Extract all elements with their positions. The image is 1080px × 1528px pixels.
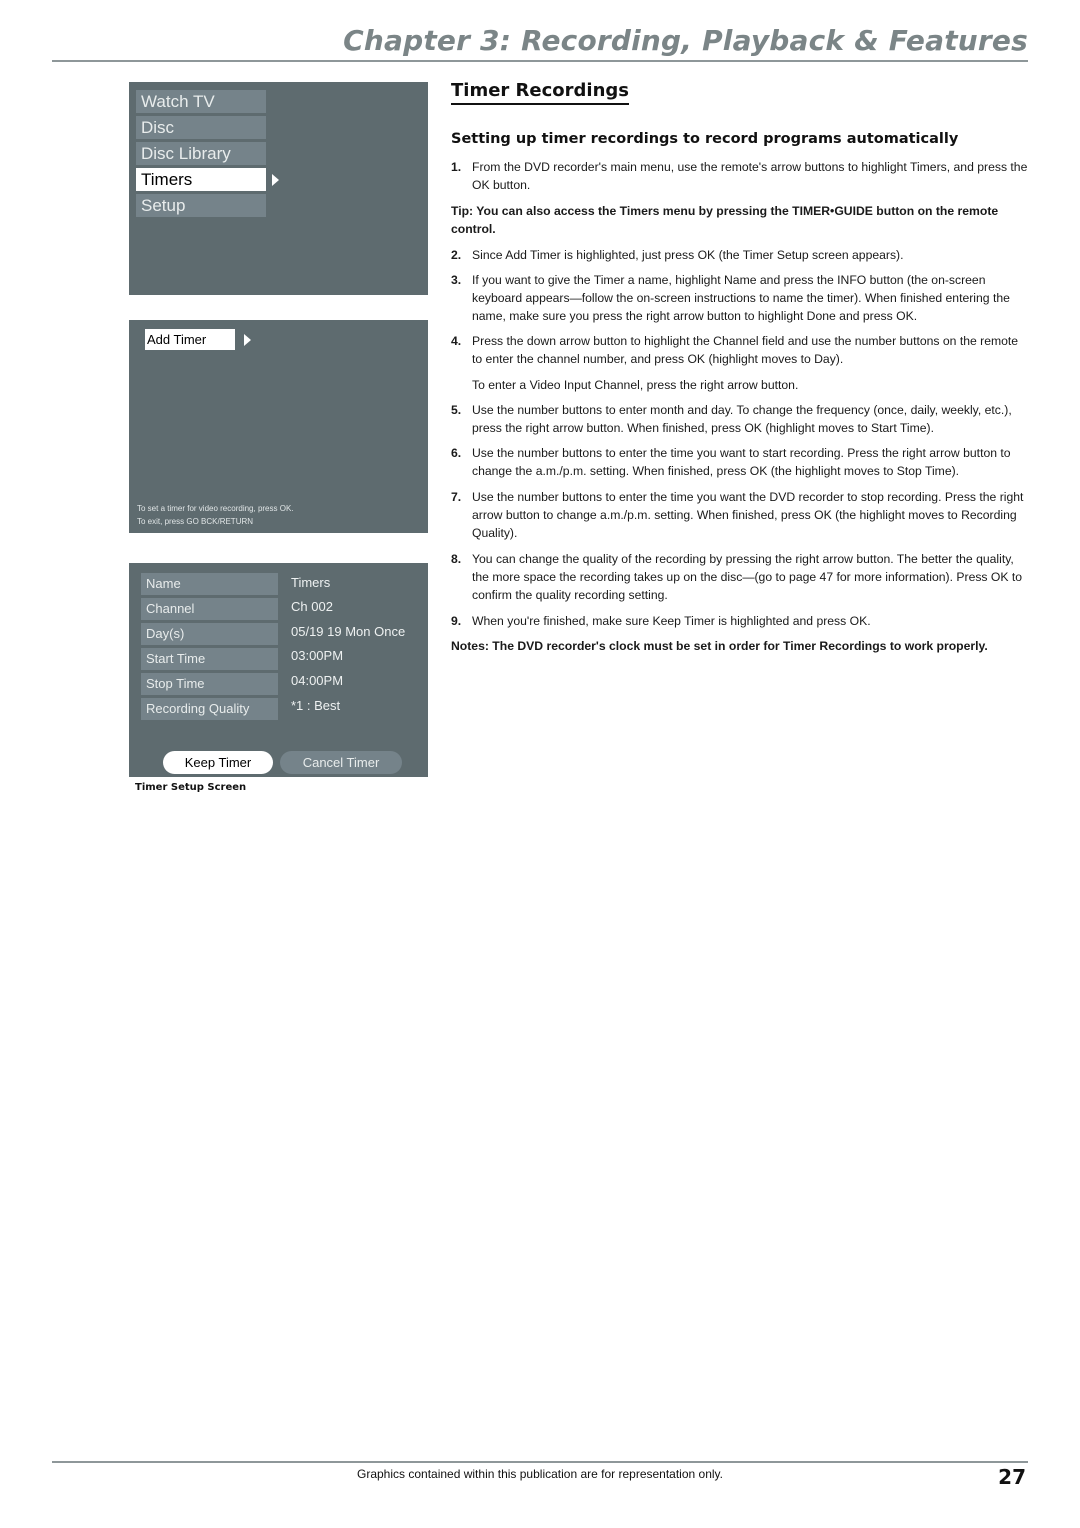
step-text: Use the number buttons to enter the time… bbox=[472, 490, 1024, 540]
step-text: Use the number buttons to enter the time… bbox=[472, 446, 1011, 478]
header-divider bbox=[52, 60, 1028, 62]
menu-item-disc-library[interactable]: Disc Library bbox=[136, 142, 266, 165]
arrow-right-icon bbox=[244, 334, 251, 346]
cancel-timer-button[interactable]: Cancel Timer bbox=[280, 751, 402, 774]
field-value-days: 05/19 19 Mon Once bbox=[291, 624, 406, 639]
add-timer-button[interactable]: Add Timer bbox=[145, 329, 235, 350]
step-4-extra: To enter a Video Input Channel, press th… bbox=[451, 376, 1031, 394]
step-text: When you're finished, make sure Keep Tim… bbox=[472, 614, 871, 628]
step-1: 1. From the DVD recorder's main menu, us… bbox=[451, 158, 1031, 194]
menu-item-timers[interactable]: Timers bbox=[136, 168, 266, 191]
step-9: 9. When you're finished, make sure Keep … bbox=[451, 612, 1031, 630]
step-number: 7. bbox=[451, 490, 462, 504]
arrow-right-icon bbox=[272, 174, 279, 186]
step-2: 2. Since Add Timer is highlighted, just … bbox=[451, 246, 1031, 264]
step-6: 6. Use the number buttons to enter the t… bbox=[451, 444, 1031, 480]
note: Notes: The DVD recorder's clock must be … bbox=[451, 637, 1031, 655]
field-label-channel[interactable]: Channel bbox=[141, 598, 278, 620]
step-text: If you want to give the Timer a name, hi… bbox=[472, 273, 1010, 323]
tip: Tip: You can also access the Timers menu… bbox=[451, 202, 1031, 238]
step-text: From the DVD recorder's main menu, use t… bbox=[472, 160, 1028, 192]
step-number: 9. bbox=[451, 614, 462, 628]
step-number: 6. bbox=[451, 446, 462, 460]
subheading: Setting up timer recordings to record pr… bbox=[451, 131, 959, 147]
step-number: 4. bbox=[451, 334, 462, 348]
step-text: Use the number buttons to enter month an… bbox=[472, 403, 1012, 435]
hint-text-set-timer: To set a timer for video recording, pres… bbox=[137, 504, 294, 513]
menu-item-watch-tv[interactable]: Watch TV bbox=[136, 90, 266, 113]
step-text: Since Add Timer is highlighted, just pre… bbox=[472, 248, 904, 262]
field-value-recording-quality: *1 : Best bbox=[291, 698, 341, 713]
menu-item-disc[interactable]: Disc bbox=[136, 116, 266, 139]
step-5: 5. Use the number buttons to enter month… bbox=[451, 401, 1031, 437]
step-number: 5. bbox=[451, 403, 462, 417]
main-menu-screen: Watch TV Disc Disc Library Timers Setup bbox=[129, 82, 428, 295]
field-label-recording-quality[interactable]: Recording Quality bbox=[141, 698, 278, 720]
footer-disclaimer: Graphics contained within this publicati… bbox=[357, 1467, 723, 1481]
step-4: 4. Press the down arrow button to highli… bbox=[451, 332, 1031, 368]
chapter-title: Chapter 3: Recording, Playback & Feature… bbox=[343, 24, 1028, 57]
figure-caption: Timer Setup Screen bbox=[135, 782, 247, 793]
section-title: Timer Recordings bbox=[451, 79, 630, 105]
footer-divider bbox=[52, 1461, 1028, 1463]
step-3: 3. If you want to give the Timer a name,… bbox=[451, 271, 1031, 325]
step-8: 8. You can change the quality of the rec… bbox=[451, 550, 1031, 604]
step-7: 7. Use the number buttons to enter the t… bbox=[451, 488, 1031, 542]
note-text: Notes: The DVD recorder's clock must be … bbox=[451, 639, 988, 653]
field-label-days[interactable]: Day(s) bbox=[141, 623, 278, 645]
tip-text: Tip: You can also access the Timers menu… bbox=[451, 204, 999, 236]
timers-screen: Add Timer To set a timer for video recor… bbox=[129, 320, 428, 533]
step-number: 8. bbox=[451, 552, 462, 566]
field-label-start-time[interactable]: Start Time bbox=[141, 648, 278, 670]
hint-text-exit: To exit, press GO BCK/RETURN bbox=[137, 517, 254, 526]
field-label-name[interactable]: Name bbox=[141, 573, 278, 595]
field-value-name: Timers bbox=[291, 575, 331, 590]
field-value-start-time: 03:00PM bbox=[291, 648, 344, 663]
step-number: 3. bbox=[451, 273, 462, 287]
step-number: 2. bbox=[451, 248, 462, 262]
field-value-channel: Ch 002 bbox=[291, 599, 333, 614]
step-number: 1. bbox=[451, 160, 462, 174]
timer-setup-screen: Name Timers Channel Ch 002 Day(s) 05/19 … bbox=[129, 563, 428, 777]
step-text: You can change the quality of the record… bbox=[472, 552, 1023, 602]
menu-item-setup[interactable]: Setup bbox=[136, 194, 266, 217]
field-value-stop-time: 04:00PM bbox=[291, 673, 344, 688]
field-label-stop-time[interactable]: Stop Time bbox=[141, 673, 278, 695]
page-number: 27 bbox=[998, 1465, 1026, 1489]
keep-timer-button[interactable]: Keep Timer bbox=[163, 751, 273, 774]
step-text: Press the down arrow button to highlight… bbox=[472, 334, 1019, 366]
step-extra-text: To enter a Video Input Channel, press th… bbox=[472, 378, 799, 392]
